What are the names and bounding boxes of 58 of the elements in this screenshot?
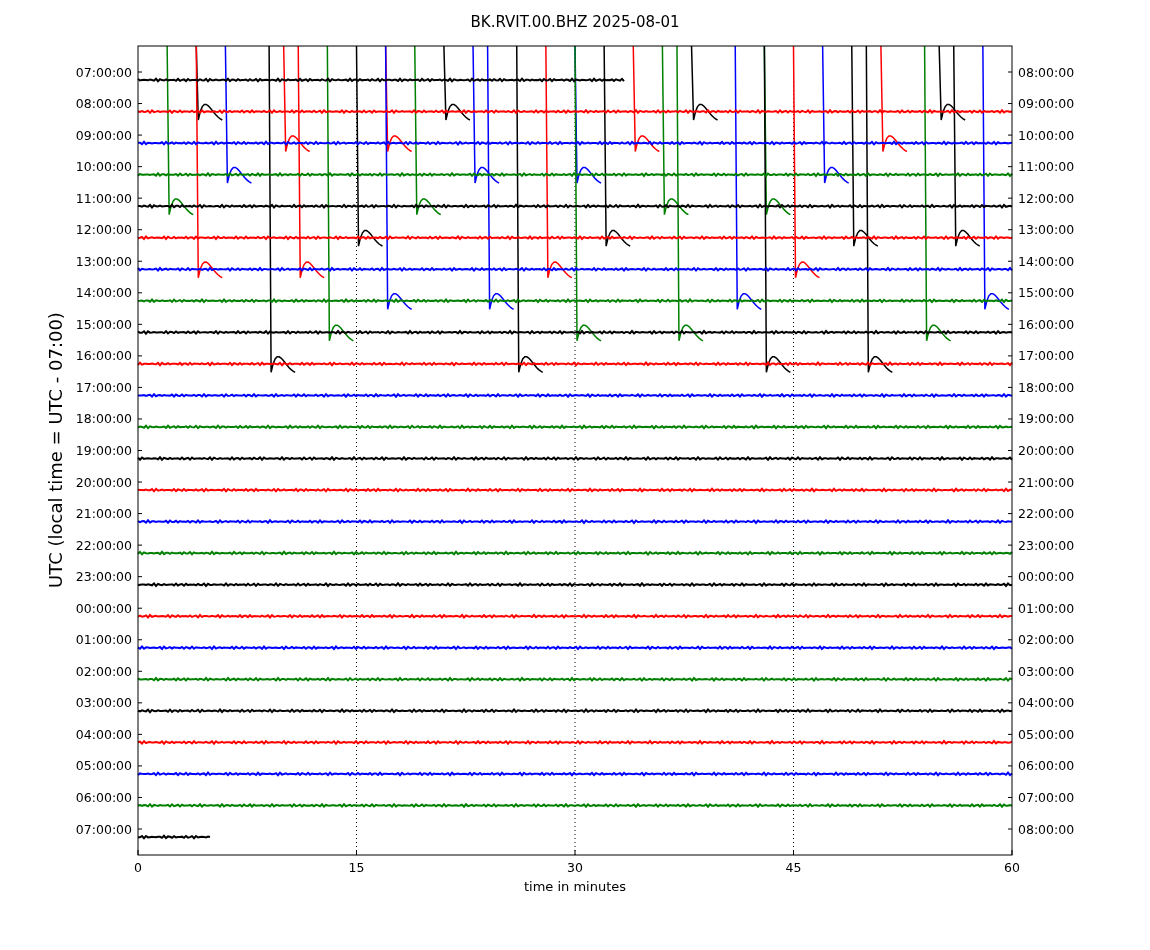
y-tick-label: 10:00:00 xyxy=(75,159,132,175)
y-tick-label: 05:00:00 xyxy=(75,758,132,774)
y-tick-label: 03:00:00 xyxy=(1018,663,1075,679)
y-tick-label: 12:00:00 xyxy=(1018,190,1075,206)
y-tick-label: 18:00:00 xyxy=(1018,379,1075,395)
y-tick-label: 10:00:00 xyxy=(1018,127,1075,143)
y-tick-label: 23:00:00 xyxy=(75,569,132,585)
y-tick-label: 00:00:00 xyxy=(1018,569,1075,585)
y-tick-label: 20:00:00 xyxy=(1018,443,1075,458)
y-tick-label: 13:00:00 xyxy=(75,253,132,269)
y-tick-label: 08:00:00 xyxy=(75,96,132,112)
y-tick-label: 14:00:00 xyxy=(75,285,132,301)
y-tick-label: 07:00:00 xyxy=(75,821,132,837)
y-tick-label: 09:00:00 xyxy=(75,127,132,143)
x-tick-label: 45 xyxy=(785,860,802,875)
y-tick-label: 15:00:00 xyxy=(75,316,132,332)
y-tick-label: 08:00:00 xyxy=(1018,821,1075,837)
y-tick-label: 01:00:00 xyxy=(1018,600,1075,616)
y-tick-label: 15:00:00 xyxy=(1018,285,1075,301)
y-tick-label: 21:00:00 xyxy=(1018,474,1075,490)
y-axis-label: UTC (local time = UTC - 07:00) xyxy=(45,312,66,588)
y-tick-label: 22:00:00 xyxy=(75,537,132,553)
y-tick-label: 04:00:00 xyxy=(1018,695,1075,711)
x-axis-label: time in minutes xyxy=(523,879,627,894)
y-tick-label: 11:00:00 xyxy=(1018,159,1075,175)
y-tick-label: 11:00:00 xyxy=(75,190,132,206)
y-tick-label: 08:00:00 xyxy=(1018,64,1075,80)
y-tick-label: 05:00:00 xyxy=(1018,726,1075,742)
y-tick-label: 07:00:00 xyxy=(1018,789,1075,805)
x-tick-label: 0 xyxy=(134,860,142,875)
y-tick-label: 19:00:00 xyxy=(1018,411,1075,427)
plot-title: BK.RVIT.00.BHZ 2025-08-01 xyxy=(470,13,680,31)
y-tick-label: 07:00:00 xyxy=(75,64,132,80)
y-tick-label: 16:00:00 xyxy=(75,348,132,364)
y-tick-label: 06:00:00 xyxy=(75,789,132,805)
y-tick-label: 18:00:00 xyxy=(75,411,132,427)
y-tick-label: 14:00:00 xyxy=(1018,253,1075,269)
y-tick-label: 17:00:00 xyxy=(75,379,132,395)
y-tick-label: 02:00:00 xyxy=(1018,632,1075,648)
y-tick-label: 02:00:00 xyxy=(75,663,132,679)
y-tick-label: 06:00:00 xyxy=(1018,758,1075,774)
y-tick-label: 22:00:00 xyxy=(1018,506,1075,522)
x-tick-label: 30 xyxy=(567,860,583,875)
x-tick-label: 60 xyxy=(1004,860,1020,875)
y-tick-label: 09:00:00 xyxy=(1018,96,1075,112)
y-tick-label: 21:00:00 xyxy=(75,506,132,522)
y-tick-label: 00:00:00 xyxy=(75,600,132,616)
y-tick-label: 13:00:00 xyxy=(1018,222,1075,238)
y-tick-label: 17:00:00 xyxy=(1018,348,1075,364)
y-tick-label: 01:00:00 xyxy=(75,632,132,648)
y-tick-label: 03:00:00 xyxy=(75,695,132,711)
y-tick-label: 20:00:00 xyxy=(75,474,132,490)
y-tick-label: 04:00:00 xyxy=(75,726,132,742)
y-tick-label: 16:00:00 xyxy=(1018,316,1075,332)
x-tick-label: 15 xyxy=(348,860,365,875)
y-tick-label: 12:00:00 xyxy=(75,222,132,238)
y-tick-label: 23:00:00 xyxy=(1018,537,1075,553)
y-tick-label: 19:00:00 xyxy=(75,443,132,458)
